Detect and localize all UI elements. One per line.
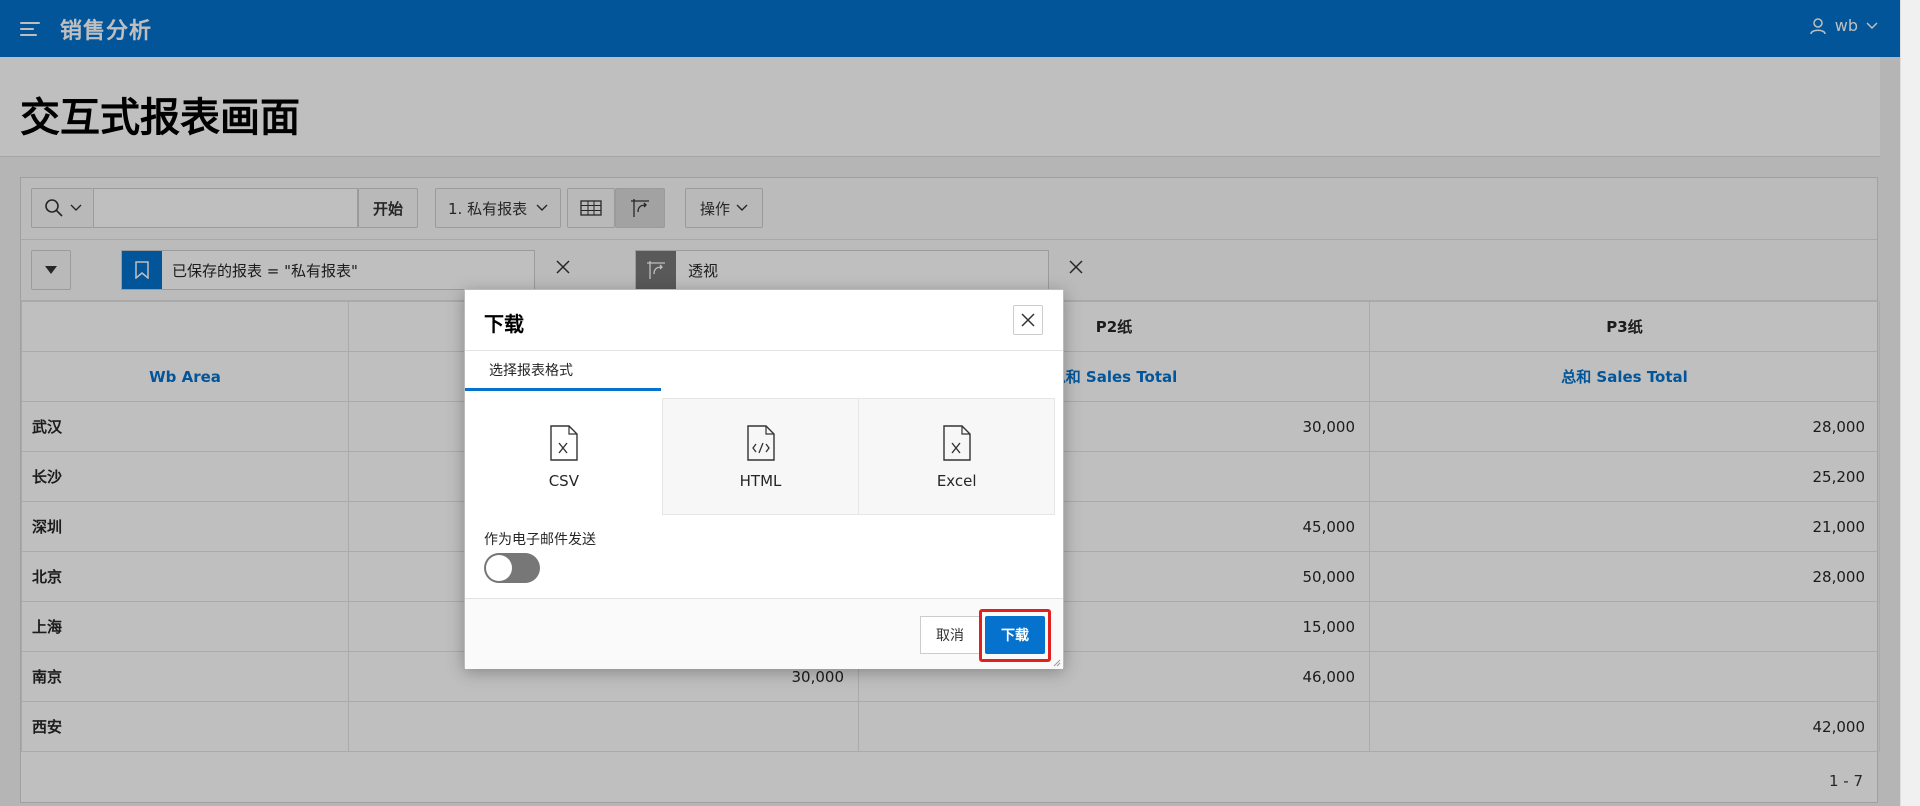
dialog-header: 下载 <box>465 290 1063 351</box>
format-options: CSV HTML Excel <box>465 398 1056 515</box>
excel-file-icon <box>942 424 971 461</box>
format-option-html[interactable]: HTML <box>661 398 859 515</box>
send-as-email-toggle[interactable] <box>484 553 540 583</box>
resize-grip-icon[interactable] <box>1051 657 1061 667</box>
send-as-email-label: 作为电子邮件发送 <box>484 532 596 548</box>
csv-file-icon <box>550 424 578 461</box>
format-label: CSV <box>548 471 579 490</box>
format-option-excel[interactable]: Excel <box>858 398 1056 515</box>
download-dialog: 下载 选择报表格式 CSV HTML Excel 作为电子邮件发送 取消 下载 <box>464 289 1064 669</box>
format-label: HTML <box>739 471 782 490</box>
dialog-title: 下载 <box>484 312 524 336</box>
page-scrollbar[interactable] <box>1900 0 1920 806</box>
cancel-button[interactable]: 取消 <box>920 616 980 654</box>
dialog-footer: 取消 下载 <box>465 598 1063 669</box>
toggle-knob <box>486 555 512 581</box>
html-file-icon <box>746 424 775 461</box>
dialog-close-button[interactable] <box>1013 305 1043 335</box>
format-option-csv[interactable]: CSV <box>465 398 662 515</box>
close-icon <box>1021 313 1035 327</box>
format-label: Excel <box>936 471 977 490</box>
tab-select-format[interactable]: 选择报表格式 <box>465 351 661 391</box>
highlight-box <box>979 609 1051 662</box>
